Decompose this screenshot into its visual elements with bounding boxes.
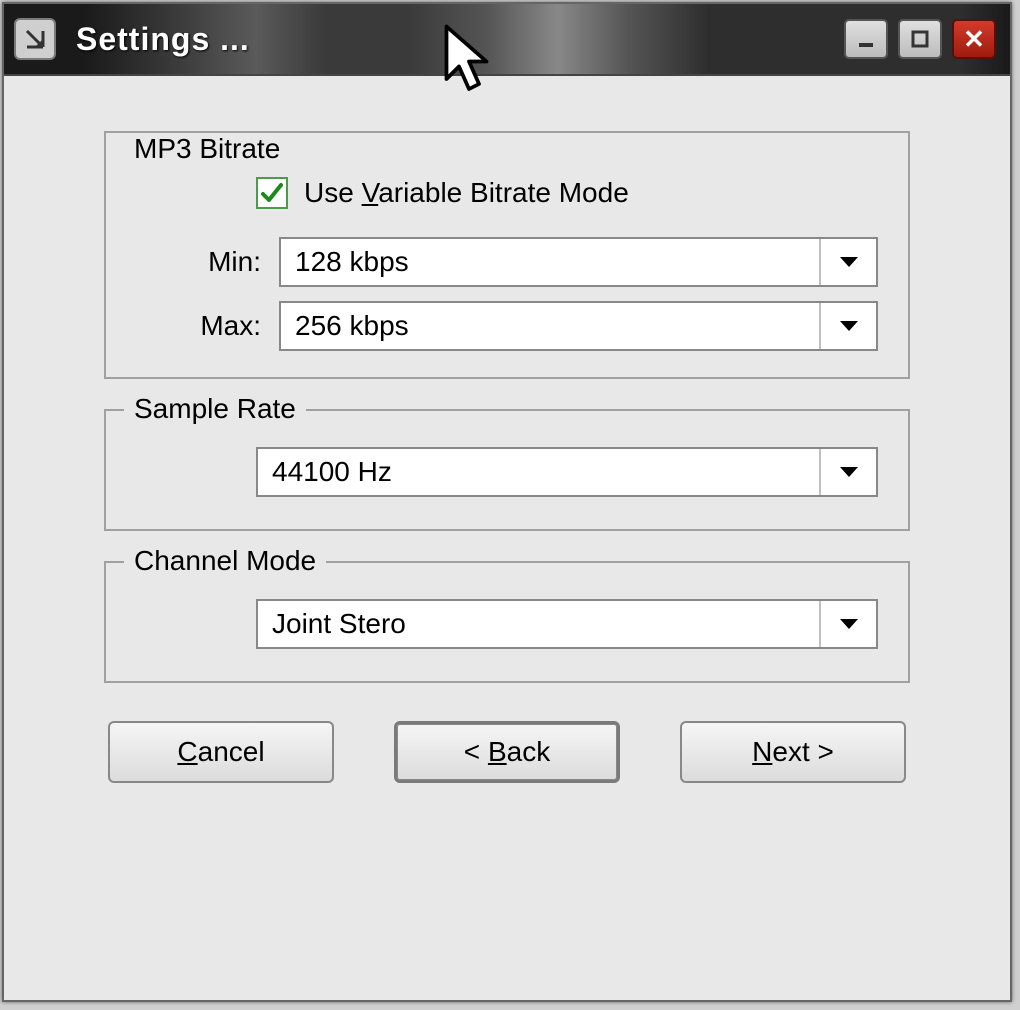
sample-rate-row: 44100 Hz [256, 447, 878, 497]
cancel-button[interactable]: Cancel [108, 721, 334, 783]
minimize-icon [856, 29, 876, 49]
checkmark-icon [259, 180, 285, 206]
channel-mode-group: Channel Mode Joint Stero [104, 561, 910, 683]
vbr-checkbox-row: Use Variable Bitrate Mode [256, 177, 878, 209]
max-bitrate-dropdown-button[interactable] [821, 303, 876, 349]
mp3-bitrate-legend: MP3 Bitrate [124, 133, 290, 165]
channel-mode-legend: Channel Mode [124, 545, 326, 577]
app-icon [14, 18, 56, 60]
max-bitrate-label: Max: [136, 310, 279, 342]
window-title: Settings ... [76, 21, 844, 58]
window-controls: ✕ [844, 19, 996, 59]
sample-rate-group: Sample Rate 44100 Hz [104, 409, 910, 531]
min-bitrate-row: Min: 128 kbps [136, 237, 878, 287]
back-button[interactable]: < Back [394, 721, 620, 783]
sample-rate-legend: Sample Rate [124, 393, 306, 425]
max-bitrate-combobox[interactable]: 256 kbps [279, 301, 878, 351]
channel-mode-row: Joint Stero [256, 599, 878, 649]
titlebar[interactable]: Settings ... ✕ [4, 4, 1010, 76]
min-bitrate-combobox[interactable]: 128 kbps [279, 237, 878, 287]
chevron-down-icon [838, 255, 860, 269]
chevron-down-icon [838, 617, 860, 631]
channel-mode-dropdown-button[interactable] [821, 601, 876, 647]
maximize-button[interactable] [898, 19, 942, 59]
sample-rate-combobox[interactable]: 44100 Hz [256, 447, 878, 497]
chevron-down-icon [838, 319, 860, 333]
close-icon: ✕ [963, 26, 985, 52]
chevron-down-icon [838, 465, 860, 479]
min-bitrate-value: 128 kbps [281, 239, 821, 285]
sample-rate-dropdown-button[interactable] [821, 449, 876, 495]
min-bitrate-label: Min: [136, 246, 279, 278]
min-bitrate-dropdown-button[interactable] [821, 239, 876, 285]
settings-window: Settings ... ✕ MP3 Bitra [2, 2, 1012, 1002]
maximize-icon [910, 29, 930, 49]
vbr-checkbox[interactable] [256, 177, 288, 209]
wizard-buttons: Cancel < Back Next > [104, 721, 910, 783]
channel-mode-value: Joint Stero [258, 601, 821, 647]
vbr-checkbox-label[interactable]: Use Variable Bitrate Mode [304, 177, 629, 209]
sample-rate-value: 44100 Hz [258, 449, 821, 495]
minimize-button[interactable] [844, 19, 888, 59]
max-bitrate-row: Max: 256 kbps [136, 301, 878, 351]
channel-mode-combobox[interactable]: Joint Stero [256, 599, 878, 649]
next-button[interactable]: Next > [680, 721, 906, 783]
close-button[interactable]: ✕ [952, 19, 996, 59]
mp3-bitrate-group: MP3 Bitrate Use Variable Bitrate Mode Mi… [104, 131, 910, 379]
max-bitrate-value: 256 kbps [281, 303, 821, 349]
client-area: MP3 Bitrate Use Variable Bitrate Mode Mi… [4, 76, 1010, 813]
